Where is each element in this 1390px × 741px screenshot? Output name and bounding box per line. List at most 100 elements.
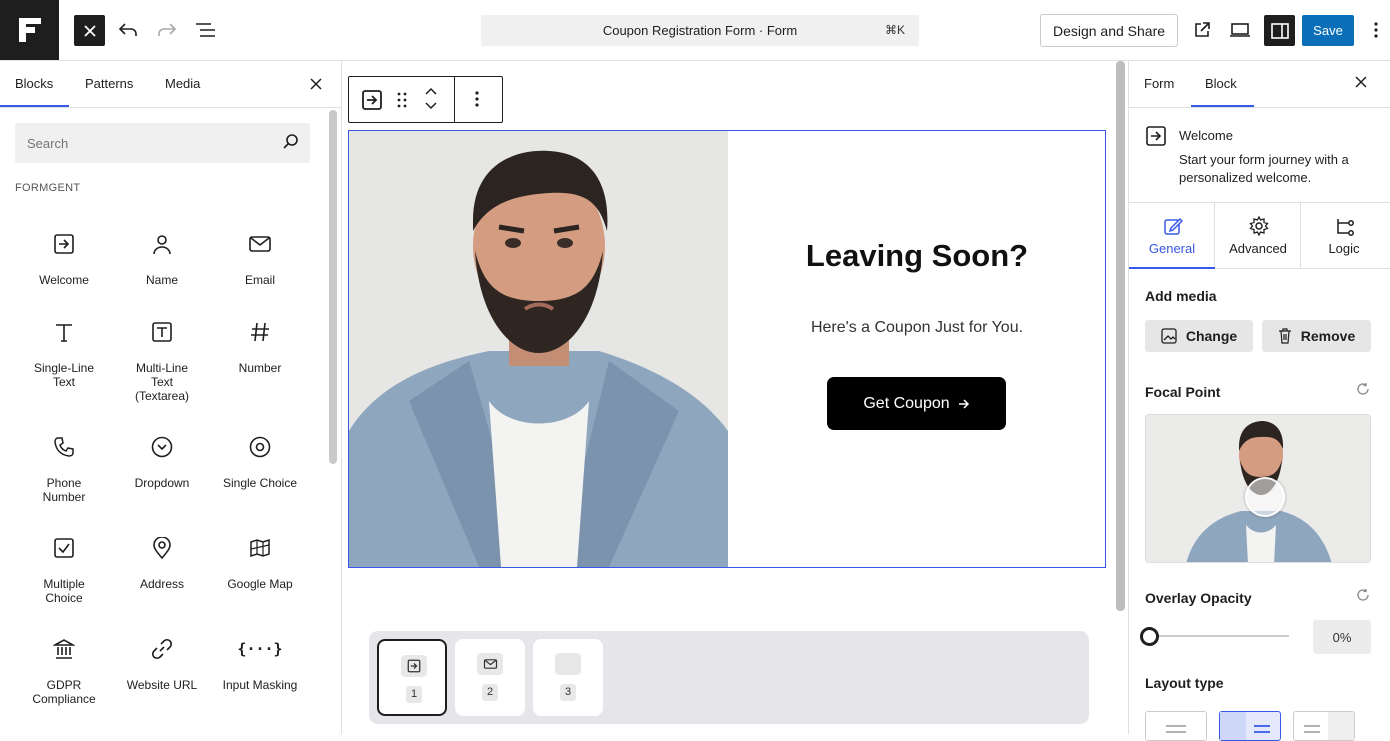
tab-block[interactable]: Block: [1205, 76, 1237, 91]
page-thumb-1[interactable]: 1: [377, 639, 447, 716]
undo-button[interactable]: [116, 18, 140, 42]
site-logo[interactable]: [0, 0, 59, 60]
toolbar-divider: [454, 77, 455, 122]
page-number: 1: [406, 686, 422, 703]
block-type-button[interactable]: [361, 89, 383, 111]
block-number[interactable]: Number: [211, 320, 309, 410]
focal-point-handle[interactable]: [1245, 477, 1285, 517]
tab-label: Advanced: [1229, 241, 1287, 256]
block-multi-line-text[interactable]: Multi-Line Text (Textarea): [113, 320, 211, 410]
remove-label: Remove: [1300, 328, 1356, 344]
inserter-tabs: Blocks Patterns Media: [0, 61, 341, 108]
drag-handle[interactable]: [396, 91, 408, 109]
reset-icon: [1357, 383, 1369, 395]
close-sidebar-button[interactable]: [1355, 76, 1367, 88]
block-single-line-text[interactable]: Single-Line Text: [15, 320, 113, 410]
opacity-slider-thumb[interactable]: [1140, 627, 1159, 646]
options-menu-button[interactable]: [1366, 18, 1386, 42]
block-address[interactable]: Address: [113, 536, 211, 626]
opacity-slider-track[interactable]: [1149, 635, 1289, 637]
block-label: Number: [238, 361, 282, 375]
welcome-icon: [362, 90, 382, 110]
active-tab-indicator: [1191, 105, 1254, 107]
page-thumb-3[interactable]: 3: [533, 639, 603, 716]
document-overview-button[interactable]: [194, 18, 218, 42]
document-title: Coupon Registration Form · Form: [602, 23, 798, 38]
inserter-scrollbar[interactable]: [329, 110, 337, 464]
block-input-masking[interactable]: {···} Input Masking: [211, 637, 309, 727]
tab-label: Logic: [1328, 241, 1360, 256]
save-button[interactable]: Save: [1302, 15, 1354, 46]
welcome-subtitle[interactable]: Here's a Coupon Just for You.: [728, 319, 1105, 337]
search-icon[interactable]: [282, 133, 300, 151]
tab-media[interactable]: Media: [165, 76, 200, 91]
block-email[interactable]: Email: [211, 232, 309, 322]
opacity-value-input[interactable]: 0%: [1313, 620, 1371, 654]
device-preview-button[interactable]: [1228, 18, 1252, 42]
command-palette-bar[interactable]: Coupon Registration Form · Form ⌘K: [481, 15, 919, 46]
block-website-url[interactable]: Website URL: [113, 637, 211, 727]
close-icon: [83, 24, 96, 37]
block-dropdown[interactable]: Dropdown: [113, 435, 211, 525]
phone-icon: [52, 435, 76, 459]
block-phone-number[interactable]: Phone Number: [15, 435, 113, 525]
view-form-button[interactable]: [1190, 18, 1214, 42]
tab-logic[interactable]: Logic: [1301, 203, 1387, 269]
close-inserter-button[interactable]: [74, 15, 105, 46]
block-toolbar: [348, 76, 503, 123]
block-gdpr-compliance[interactable]: GDPR Compliance: [15, 637, 113, 727]
more-vertical-icon: [1374, 22, 1378, 38]
canvas-scrollbar[interactable]: [1116, 61, 1125, 611]
welcome-media-image: [349, 131, 728, 567]
design-and-share-button[interactable]: Design and Share: [1040, 14, 1178, 47]
block-welcome[interactable]: Welcome: [15, 232, 113, 322]
move-up-button[interactable]: [424, 86, 438, 96]
add-media-heading: Add media: [1145, 288, 1217, 304]
block-inserter-panel: Blocks Patterns Media FORMGENT Welcome N…: [0, 61, 342, 734]
active-tab-indicator: [1129, 267, 1215, 269]
tab-form[interactable]: Form: [1144, 76, 1174, 91]
map-icon: [248, 536, 272, 560]
block-options-button[interactable]: [475, 91, 479, 107]
close-inserter-panel-button[interactable]: [310, 78, 322, 90]
arrow-right-icon: [958, 398, 969, 409]
move-down-button[interactable]: [424, 101, 438, 111]
welcome-screen-block[interactable]: Leaving Soon? Here's a Coupon Just for Y…: [348, 130, 1106, 568]
focal-point-picker[interactable]: [1145, 414, 1371, 563]
sidebar-icon: [1270, 22, 1289, 39]
change-media-button[interactable]: Change: [1145, 320, 1253, 352]
reset-icon: [1357, 589, 1369, 601]
remove-media-button[interactable]: Remove: [1262, 320, 1371, 352]
checkbox-icon: [52, 536, 76, 560]
layout-stacked-icon: [1166, 725, 1186, 733]
settings-sidebar-toggle[interactable]: [1264, 15, 1295, 46]
block-google-map[interactable]: Google Map: [211, 536, 309, 626]
envelope-icon: [248, 232, 272, 256]
page-number: 3: [560, 684, 576, 701]
block-name[interactable]: Name: [113, 232, 211, 322]
page-thumb-2[interactable]: 2: [455, 639, 525, 716]
redo-icon: [158, 23, 177, 36]
layout-option-split-reverse[interactable]: [1293, 711, 1355, 741]
block-multiple-choice[interactable]: Multiple Choice: [15, 536, 113, 626]
tab-blocks[interactable]: Blocks: [15, 76, 53, 91]
redo-button[interactable]: [155, 18, 179, 42]
change-label: Change: [1185, 328, 1238, 344]
get-coupon-button[interactable]: Get Coupon: [827, 377, 1006, 430]
close-icon: [1355, 76, 1367, 88]
hash-icon: [248, 320, 272, 344]
block-single-choice[interactable]: Single Choice: [211, 435, 309, 525]
tab-patterns[interactable]: Patterns: [85, 76, 133, 91]
layout-option-stacked[interactable]: [1145, 711, 1207, 741]
welcome-title[interactable]: Leaving Soon?: [728, 238, 1105, 274]
search-input[interactable]: [15, 123, 265, 163]
reset-opacity-button[interactable]: [1356, 588, 1370, 602]
reset-focal-point-button[interactable]: [1356, 382, 1370, 396]
block-card: Welcome Start your form journey with a p…: [1129, 108, 1390, 203]
layout-option-split[interactable]: [1219, 711, 1281, 741]
pencil-icon: [1164, 217, 1183, 235]
tab-advanced[interactable]: Advanced: [1215, 203, 1301, 269]
chevron-circle-icon: [150, 435, 174, 459]
bank-icon: [52, 637, 76, 661]
tab-general[interactable]: General: [1129, 203, 1215, 269]
